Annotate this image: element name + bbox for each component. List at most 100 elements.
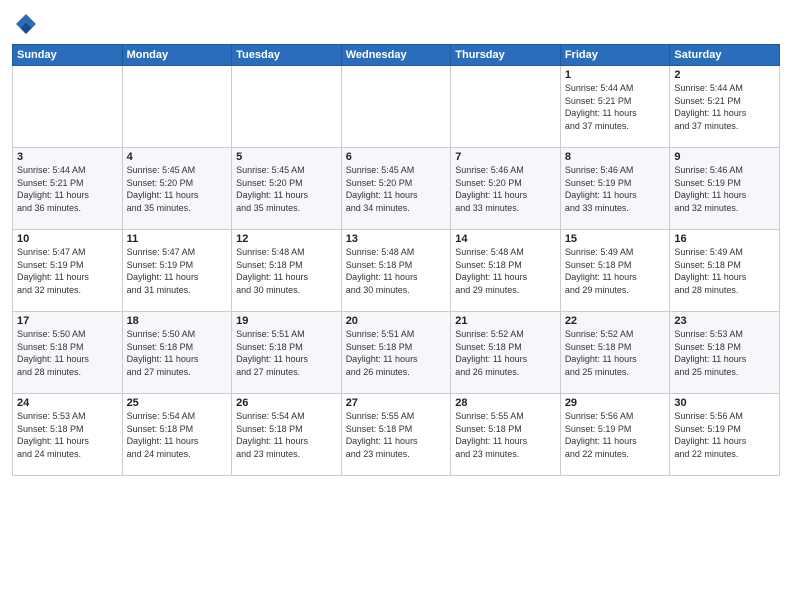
calendar-cell: 13Sunrise: 5:48 AM Sunset: 5:18 PM Dayli… [341,230,451,312]
calendar-cell: 9Sunrise: 5:46 AM Sunset: 5:19 PM Daylig… [670,148,780,230]
calendar-cell: 2Sunrise: 5:44 AM Sunset: 5:21 PM Daylig… [670,66,780,148]
day-info: Sunrise: 5:46 AM Sunset: 5:19 PM Dayligh… [674,164,775,214]
header-wednesday: Wednesday [341,45,451,66]
day-number: 4 [127,151,228,163]
day-info: Sunrise: 5:49 AM Sunset: 5:18 PM Dayligh… [674,246,775,296]
calendar-cell: 28Sunrise: 5:55 AM Sunset: 5:18 PM Dayli… [451,394,561,476]
calendar-cell: 27Sunrise: 5:55 AM Sunset: 5:18 PM Dayli… [341,394,451,476]
day-number: 15 [565,233,666,245]
calendar-cell: 11Sunrise: 5:47 AM Sunset: 5:19 PM Dayli… [122,230,232,312]
calendar-cell [122,66,232,148]
day-info: Sunrise: 5:45 AM Sunset: 5:20 PM Dayligh… [236,164,337,214]
calendar-cell: 10Sunrise: 5:47 AM Sunset: 5:19 PM Dayli… [13,230,123,312]
calendar-cell: 30Sunrise: 5:56 AM Sunset: 5:19 PM Dayli… [670,394,780,476]
calendar-week-3: 17Sunrise: 5:50 AM Sunset: 5:18 PM Dayli… [13,312,780,394]
day-number: 2 [674,69,775,81]
calendar-cell: 4Sunrise: 5:45 AM Sunset: 5:20 PM Daylig… [122,148,232,230]
header-friday: Friday [560,45,670,66]
header-sunday: Sunday [13,45,123,66]
day-info: Sunrise: 5:44 AM Sunset: 5:21 PM Dayligh… [565,82,666,132]
day-number: 14 [455,233,556,245]
day-number: 19 [236,315,337,327]
calendar-cell [341,66,451,148]
calendar-cell: 19Sunrise: 5:51 AM Sunset: 5:18 PM Dayli… [232,312,342,394]
day-number: 8 [565,151,666,163]
day-info: Sunrise: 5:47 AM Sunset: 5:19 PM Dayligh… [127,246,228,296]
calendar-week-1: 3Sunrise: 5:44 AM Sunset: 5:21 PM Daylig… [13,148,780,230]
calendar-cell: 8Sunrise: 5:46 AM Sunset: 5:19 PM Daylig… [560,148,670,230]
day-number: 21 [455,315,556,327]
calendar-cell: 21Sunrise: 5:52 AM Sunset: 5:18 PM Dayli… [451,312,561,394]
day-number: 20 [346,315,447,327]
calendar-cell: 5Sunrise: 5:45 AM Sunset: 5:20 PM Daylig… [232,148,342,230]
day-info: Sunrise: 5:50 AM Sunset: 5:18 PM Dayligh… [127,328,228,378]
day-info: Sunrise: 5:46 AM Sunset: 5:19 PM Dayligh… [565,164,666,214]
calendar-cell: 16Sunrise: 5:49 AM Sunset: 5:18 PM Dayli… [670,230,780,312]
day-number: 7 [455,151,556,163]
calendar-cell: 24Sunrise: 5:53 AM Sunset: 5:18 PM Dayli… [13,394,123,476]
calendar-cell: 22Sunrise: 5:52 AM Sunset: 5:18 PM Dayli… [560,312,670,394]
calendar-cell: 12Sunrise: 5:48 AM Sunset: 5:18 PM Dayli… [232,230,342,312]
calendar-cell [232,66,342,148]
day-info: Sunrise: 5:56 AM Sunset: 5:19 PM Dayligh… [674,410,775,460]
day-info: Sunrise: 5:45 AM Sunset: 5:20 PM Dayligh… [127,164,228,214]
day-number: 17 [17,315,118,327]
calendar-cell: 6Sunrise: 5:45 AM Sunset: 5:20 PM Daylig… [341,148,451,230]
day-info: Sunrise: 5:55 AM Sunset: 5:18 PM Dayligh… [346,410,447,460]
day-number: 1 [565,69,666,81]
day-number: 27 [346,397,447,409]
calendar-week-2: 10Sunrise: 5:47 AM Sunset: 5:19 PM Dayli… [13,230,780,312]
calendar-cell: 15Sunrise: 5:49 AM Sunset: 5:18 PM Dayli… [560,230,670,312]
calendar-cell: 20Sunrise: 5:51 AM Sunset: 5:18 PM Dayli… [341,312,451,394]
day-number: 18 [127,315,228,327]
day-info: Sunrise: 5:44 AM Sunset: 5:21 PM Dayligh… [674,82,775,132]
calendar-table: SundayMondayTuesdayWednesdayThursdayFrid… [12,44,780,476]
day-info: Sunrise: 5:54 AM Sunset: 5:18 PM Dayligh… [236,410,337,460]
day-number: 28 [455,397,556,409]
day-info: Sunrise: 5:52 AM Sunset: 5:18 PM Dayligh… [565,328,666,378]
day-number: 12 [236,233,337,245]
day-info: Sunrise: 5:48 AM Sunset: 5:18 PM Dayligh… [455,246,556,296]
day-number: 5 [236,151,337,163]
day-info: Sunrise: 5:45 AM Sunset: 5:20 PM Dayligh… [346,164,447,214]
day-info: Sunrise: 5:48 AM Sunset: 5:18 PM Dayligh… [236,246,337,296]
day-number: 13 [346,233,447,245]
day-number: 6 [346,151,447,163]
day-number: 25 [127,397,228,409]
day-info: Sunrise: 5:46 AM Sunset: 5:20 PM Dayligh… [455,164,556,214]
header-monday: Monday [122,45,232,66]
day-info: Sunrise: 5:47 AM Sunset: 5:19 PM Dayligh… [17,246,118,296]
calendar-cell: 7Sunrise: 5:46 AM Sunset: 5:20 PM Daylig… [451,148,561,230]
calendar-week-4: 24Sunrise: 5:53 AM Sunset: 5:18 PM Dayli… [13,394,780,476]
day-info: Sunrise: 5:54 AM Sunset: 5:18 PM Dayligh… [127,410,228,460]
calendar-cell: 14Sunrise: 5:48 AM Sunset: 5:18 PM Dayli… [451,230,561,312]
day-info: Sunrise: 5:55 AM Sunset: 5:18 PM Dayligh… [455,410,556,460]
day-info: Sunrise: 5:51 AM Sunset: 5:18 PM Dayligh… [346,328,447,378]
day-info: Sunrise: 5:50 AM Sunset: 5:18 PM Dayligh… [17,328,118,378]
logo [12,10,44,38]
day-info: Sunrise: 5:49 AM Sunset: 5:18 PM Dayligh… [565,246,666,296]
day-info: Sunrise: 5:44 AM Sunset: 5:21 PM Dayligh… [17,164,118,214]
day-info: Sunrise: 5:48 AM Sunset: 5:18 PM Dayligh… [346,246,447,296]
calendar-cell: 29Sunrise: 5:56 AM Sunset: 5:19 PM Dayli… [560,394,670,476]
day-number: 16 [674,233,775,245]
header-tuesday: Tuesday [232,45,342,66]
day-number: 30 [674,397,775,409]
calendar-cell: 1Sunrise: 5:44 AM Sunset: 5:21 PM Daylig… [560,66,670,148]
calendar-cell: 23Sunrise: 5:53 AM Sunset: 5:18 PM Dayli… [670,312,780,394]
calendar-cell: 3Sunrise: 5:44 AM Sunset: 5:21 PM Daylig… [13,148,123,230]
header-saturday: Saturday [670,45,780,66]
day-number: 10 [17,233,118,245]
calendar-cell: 25Sunrise: 5:54 AM Sunset: 5:18 PM Dayli… [122,394,232,476]
day-number: 3 [17,151,118,163]
calendar-cell [451,66,561,148]
calendar-cell [13,66,123,148]
day-number: 24 [17,397,118,409]
header-thursday: Thursday [451,45,561,66]
day-number: 9 [674,151,775,163]
day-number: 26 [236,397,337,409]
day-info: Sunrise: 5:56 AM Sunset: 5:19 PM Dayligh… [565,410,666,460]
calendar-cell: 18Sunrise: 5:50 AM Sunset: 5:18 PM Dayli… [122,312,232,394]
day-info: Sunrise: 5:53 AM Sunset: 5:18 PM Dayligh… [674,328,775,378]
day-number: 11 [127,233,228,245]
